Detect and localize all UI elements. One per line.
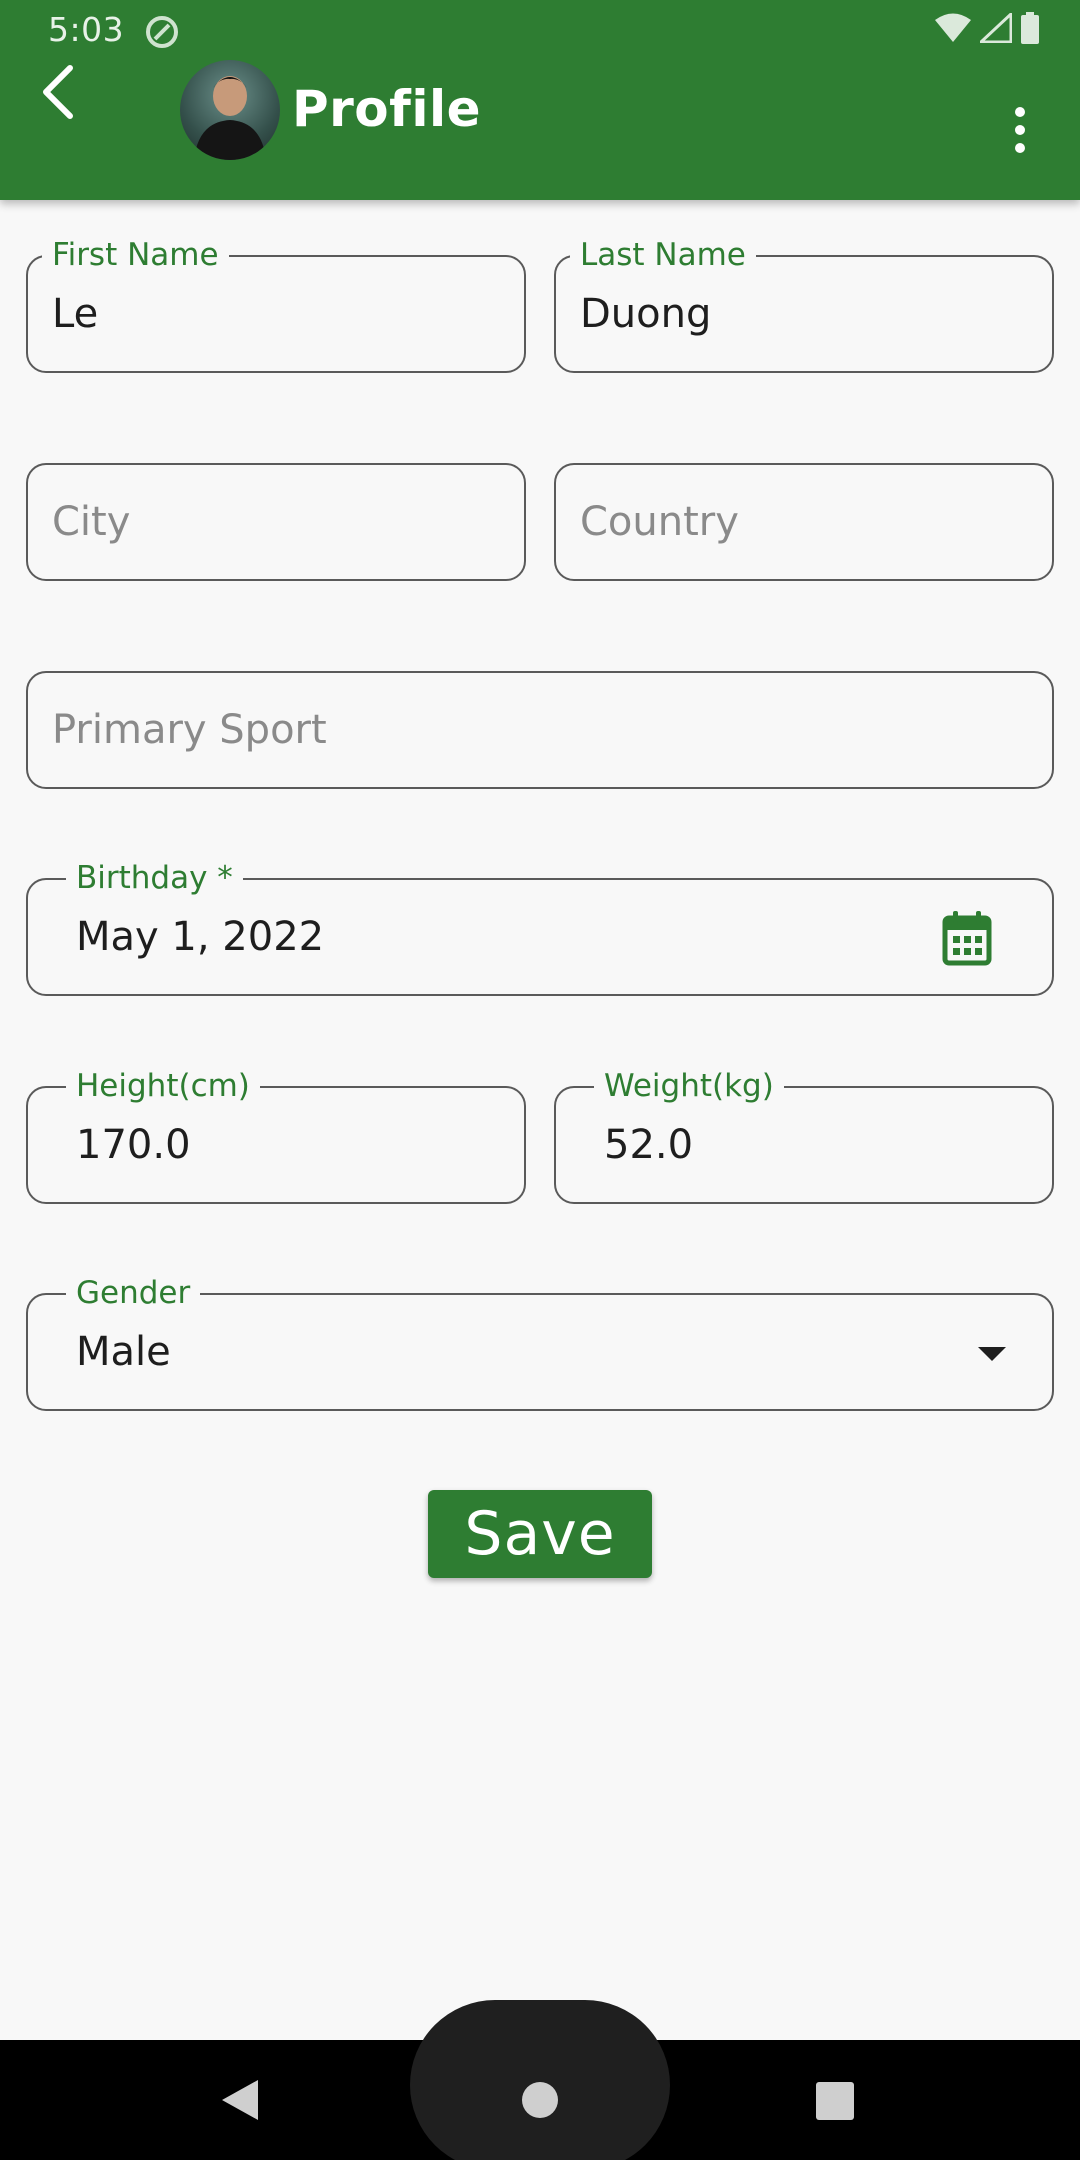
sync-icon xyxy=(146,16,178,48)
nav-home-pill xyxy=(410,2000,670,2160)
city-placeholder: City xyxy=(52,499,131,545)
nav-back-icon[interactable] xyxy=(220,2078,260,2122)
nav-home-icon[interactable] xyxy=(522,2082,558,2118)
back-arrow-icon[interactable] xyxy=(30,60,90,120)
weight-field[interactable]: Weight(kg) 52.0 xyxy=(554,1068,1054,1204)
primary-sport-field[interactable]: Primary Sport xyxy=(26,671,1054,789)
save-button[interactable]: Save xyxy=(428,1490,652,1578)
page-title: Profile xyxy=(292,80,482,138)
avatar-image xyxy=(194,76,266,160)
wifi-icon xyxy=(935,13,971,42)
height-field[interactable]: Height(cm) 170.0 xyxy=(26,1068,526,1204)
first-name-field[interactable]: First Name Le xyxy=(26,237,526,373)
signal-icon xyxy=(980,13,1012,43)
dropdown-arrow-icon[interactable] xyxy=(978,1345,1006,1363)
height-value: 170.0 xyxy=(76,1122,191,1168)
overflow-menu-icon[interactable] xyxy=(1000,100,1040,160)
country-field[interactable]: Country xyxy=(554,463,1054,581)
last-name-value: Duong xyxy=(580,291,712,337)
calendar-icon[interactable] xyxy=(942,910,992,966)
gender-value: Male xyxy=(76,1329,171,1375)
birthday-value: May 1, 2022 xyxy=(76,914,325,960)
city-field[interactable]: City xyxy=(26,463,526,581)
last-name-field[interactable]: Last Name Duong xyxy=(554,237,1054,373)
gender-dropdown[interactable]: Gender Male xyxy=(26,1275,1054,1411)
birthday-field[interactable]: Birthday * May 1, 2022 xyxy=(26,860,1054,996)
profile-screen: 5:03 Profile First Name Le Last Name Duo… xyxy=(0,0,1080,2160)
battery-icon xyxy=(1021,12,1039,44)
status-icons xyxy=(934,12,1040,44)
status-time: 5:03 xyxy=(48,10,125,49)
first-name-value: Le xyxy=(52,291,99,337)
app-bar: 5:03 Profile xyxy=(0,0,1080,200)
primary-sport-placeholder: Primary Sport xyxy=(52,707,327,753)
weight-value: 52.0 xyxy=(604,1122,694,1168)
nav-recents-icon[interactable] xyxy=(816,2082,854,2120)
avatar[interactable] xyxy=(180,60,280,160)
country-placeholder: Country xyxy=(580,499,739,545)
